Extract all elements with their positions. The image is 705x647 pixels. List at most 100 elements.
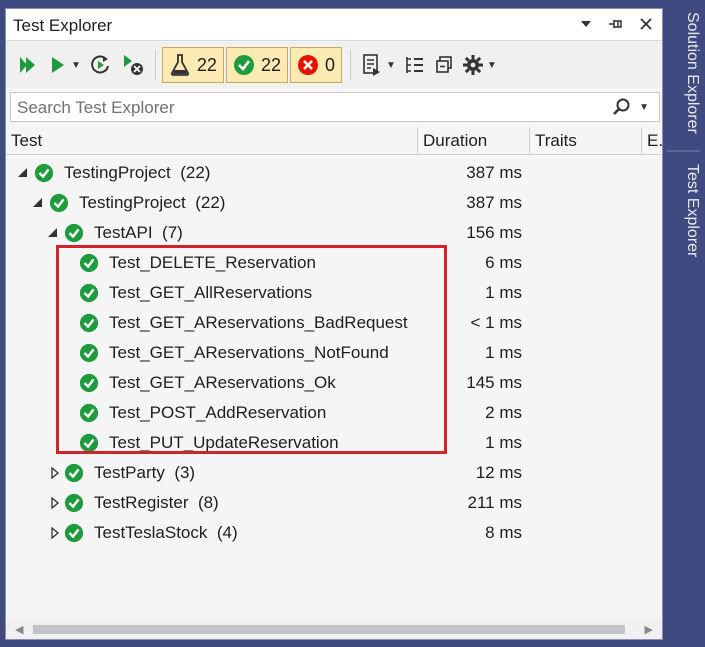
pass-check-icon	[79, 283, 99, 303]
duration-value: 387 ms	[466, 163, 522, 182]
duration-value: < 1 ms	[470, 313, 523, 332]
tree-row[interactable]: TestingProject (22) 387 ms	[6, 159, 662, 189]
duration-value: 1 ms	[485, 433, 522, 452]
group-by-icon	[406, 57, 423, 73]
cancel-run-button[interactable]	[117, 49, 149, 81]
pass-check-icon	[79, 253, 99, 273]
window-position-dropdown-icon[interactable]	[576, 14, 596, 34]
column-header-row: Test Duration Traits E.	[6, 127, 664, 155]
window-title: Test Explorer	[13, 16, 113, 35]
expanded-arrow-icon[interactable]	[17, 167, 29, 179]
pass-check-icon	[79, 313, 99, 333]
pin-icon[interactable]	[606, 14, 626, 34]
collapsed-arrow-icon[interactable]	[49, 497, 61, 509]
playlist-dropdown-chevron-icon[interactable]: ▼	[386, 60, 396, 71]
duration-value: 145 ms	[466, 373, 522, 392]
repeat-last-run-button[interactable]	[85, 49, 117, 81]
test-name: Test_DELETE_Reservation	[109, 253, 316, 272]
expanded-arrow-icon[interactable]	[47, 227, 59, 239]
search-icon[interactable]	[612, 97, 632, 117]
pass-check-icon	[64, 493, 84, 513]
search-box[interactable]: Search Test Explorer ▼	[10, 92, 660, 122]
column-header-test[interactable]: Test	[6, 127, 418, 155]
repeat-run-icon	[91, 55, 109, 74]
settings-button[interactable]: ▼	[458, 49, 501, 81]
run-button[interactable]: ▼	[42, 49, 85, 81]
duration-value: 156 ms	[466, 223, 522, 242]
duration-value: 6 ms	[485, 253, 522, 272]
pass-check-icon	[34, 163, 54, 183]
test-row[interactable]: Test_DELETE_Reservation 6 ms	[6, 249, 662, 279]
test-row[interactable]: Test_GET_AReservations_NotFound 1 ms	[6, 339, 662, 369]
failed-tests-filter-button[interactable]: 0	[289, 47, 342, 83]
group-by-button[interactable]	[400, 49, 430, 81]
test-name: Test_GET_AReservations_Ok	[109, 373, 336, 392]
collapsed-arrow-icon[interactable]	[49, 467, 61, 479]
run-all-icon	[20, 57, 35, 73]
gear-icon	[462, 55, 483, 75]
total-tests-filter-button[interactable]: 22	[161, 47, 224, 83]
pass-check-icon	[64, 463, 84, 483]
fail-x-icon	[297, 55, 318, 75]
run-dropdown-chevron-icon[interactable]: ▼	[71, 60, 81, 71]
failed-count: 0	[324, 54, 335, 75]
pass-check-icon	[79, 433, 99, 453]
search-options-chevron-icon[interactable]: ▼	[639, 102, 649, 113]
flask-icon	[170, 54, 190, 76]
tree-row-label: TestParty (3)	[94, 463, 196, 482]
scroll-right-arrow-icon[interactable]: ▶	[645, 623, 653, 636]
run-all-tests-button[interactable]	[12, 49, 42, 81]
pass-check-icon	[79, 403, 99, 423]
test-row[interactable]: Test_POST_AddReservation 2 ms	[6, 399, 662, 429]
toolbar-separator	[154, 50, 156, 80]
duration-value: 12 ms	[475, 463, 522, 482]
test-name: Test_PUT_UpdateReservation	[109, 433, 339, 452]
scroll-left-arrow-icon[interactable]: ◀	[15, 623, 23, 636]
side-tab-separator	[667, 150, 700, 152]
pass-check-icon	[79, 343, 99, 363]
close-icon[interactable]	[636, 14, 656, 34]
test-row[interactable]: Test_GET_AReservations_BadRequest < 1 ms	[6, 309, 662, 339]
tree-row[interactable]: TestRegister (8) 211 ms	[6, 489, 662, 519]
column-header-duration[interactable]: Duration	[418, 127, 530, 155]
search-input[interactable]: Search Test Explorer	[17, 98, 174, 118]
tree-row-label: TestTeslaStock (4)	[94, 523, 238, 542]
playlist-icon	[363, 54, 380, 76]
duration-value: 1 ms	[485, 283, 522, 302]
tree-row-label: TestAPI (7)	[94, 223, 183, 242]
duration-value: 8 ms	[485, 523, 522, 542]
tree-row[interactable]: TestAPI (7) 156 ms	[6, 219, 662, 249]
test-explorer-panel: Test Explorer ▼ 22 22 0 ▼ ▼ Search Test …	[5, 8, 663, 640]
collapsed-arrow-icon[interactable]	[49, 527, 61, 539]
pass-check-icon	[233, 55, 254, 75]
play-icon	[52, 57, 64, 73]
collapse-all-button[interactable]	[430, 49, 458, 81]
side-tab-test-explorer[interactable]: Test Explorer	[665, 156, 701, 266]
title-bar: Test Explorer	[6, 9, 662, 41]
tree-row-label: TestingProject (22)	[79, 193, 226, 212]
playlist-button[interactable]: ▼	[357, 49, 400, 81]
test-row[interactable]: Test_GET_AReservations_Ok 145 ms	[6, 369, 662, 399]
column-header-error[interactable]: E.	[642, 127, 664, 155]
column-header-traits[interactable]: Traits	[530, 127, 642, 155]
expanded-arrow-icon[interactable]	[32, 197, 44, 209]
side-tab-solution-explorer[interactable]: Solution Explorer	[665, 0, 701, 146]
collapse-all-icon	[436, 56, 452, 73]
test-row[interactable]: Test_GET_AllReservations 1 ms	[6, 279, 662, 309]
test-name: Test_POST_AddReservation	[109, 403, 327, 422]
tree-row-label: TestRegister (8)	[94, 493, 219, 512]
scrollbar-thumb[interactable]	[33, 625, 625, 634]
pass-check-icon	[79, 373, 99, 393]
test-name: Test_GET_AReservations_BadRequest	[109, 313, 408, 332]
horizontal-scrollbar[interactable]: ◀ ▶	[6, 619, 662, 639]
tree-row[interactable]: TestParty (3) 12 ms	[6, 459, 662, 489]
settings-dropdown-chevron-icon[interactable]: ▼	[487, 60, 497, 71]
test-row[interactable]: Test_PUT_UpdateReservation 1 ms	[6, 429, 662, 459]
tree-row[interactable]: TestingProject (22) 387 ms	[6, 189, 662, 219]
tree-row[interactable]: TestTeslaStock (4) 8 ms	[6, 519, 662, 549]
passed-tests-filter-button[interactable]: 22	[225, 47, 288, 83]
test-name: Test_GET_AllReservations	[109, 283, 313, 302]
run-failed-icon	[123, 55, 143, 75]
duration-value: 387 ms	[466, 193, 522, 212]
pass-check-icon	[64, 523, 84, 543]
